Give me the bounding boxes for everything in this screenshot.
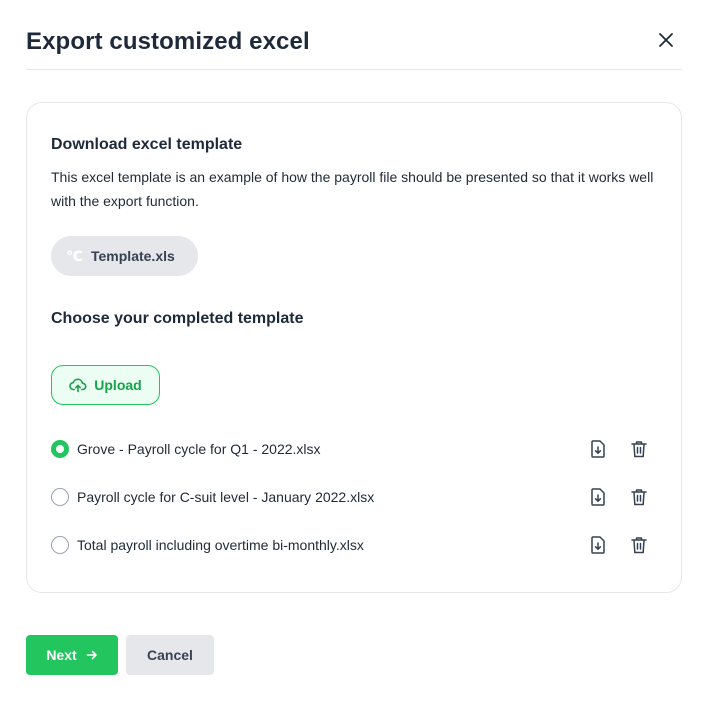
next-button[interactable]: Next — [26, 635, 118, 675]
file-download-icon — [591, 488, 605, 506]
file-download-icon — [591, 536, 605, 554]
template-file-icon: ℃ — [66, 247, 83, 264]
upload-label: Upload — [94, 377, 142, 393]
file-name: Total payroll including overtime bi-mont… — [77, 537, 364, 553]
file-row[interactable]: Grove - Payroll cycle for Q1 - 2022.xlsx — [51, 437, 649, 461]
file-name: Grove - Payroll cycle for Q1 - 2022.xlsx — [77, 441, 321, 457]
file-download-button[interactable] — [588, 535, 608, 555]
file-radio[interactable] — [51, 488, 69, 506]
arrow-right-icon — [86, 650, 97, 660]
cancel-button[interactable]: Cancel — [126, 635, 214, 675]
file-download-button[interactable] — [588, 439, 608, 459]
file-row[interactable]: Payroll cycle for C-suit level - January… — [51, 485, 649, 509]
template-description: This excel template is an example of how… — [51, 169, 654, 209]
file-actions — [588, 437, 649, 461]
file-delete-button[interactable] — [629, 535, 649, 555]
file-row[interactable]: Total payroll including overtime bi-mont… — [51, 533, 649, 557]
cloud-upload-icon — [69, 378, 87, 393]
file-download-icon — [591, 440, 605, 458]
trash-icon — [631, 441, 647, 458]
upload-button[interactable]: Upload — [51, 365, 160, 405]
file-radio[interactable] — [51, 536, 69, 554]
trash-icon — [631, 489, 647, 506]
download-template-button[interactable]: ℃ Template.xls — [51, 236, 198, 276]
template-section-title: Download excel template — [51, 136, 243, 153]
close-button[interactable] — [654, 28, 678, 52]
file-name: Payroll cycle for C-suit level - January… — [77, 489, 375, 505]
close-icon — [659, 33, 673, 47]
file-delete-button[interactable] — [629, 439, 649, 459]
next-label: Next — [46, 647, 77, 663]
cancel-label: Cancel — [147, 647, 193, 663]
dialog-title: Export customized excel — [26, 28, 310, 55]
file-delete-button[interactable] — [629, 487, 649, 507]
download-template-label: Template.xls — [91, 248, 175, 264]
file-radio-selected[interactable] — [51, 440, 69, 458]
dialog-header: Export customized excel — [26, 26, 682, 70]
file-actions — [588, 485, 649, 509]
export-card: Download excel template This excel templ… — [26, 102, 682, 593]
file-download-button[interactable] — [588, 487, 608, 507]
upload-section-title: Choose your completed template — [51, 310, 304, 327]
trash-icon — [631, 537, 647, 554]
file-actions — [588, 533, 649, 557]
